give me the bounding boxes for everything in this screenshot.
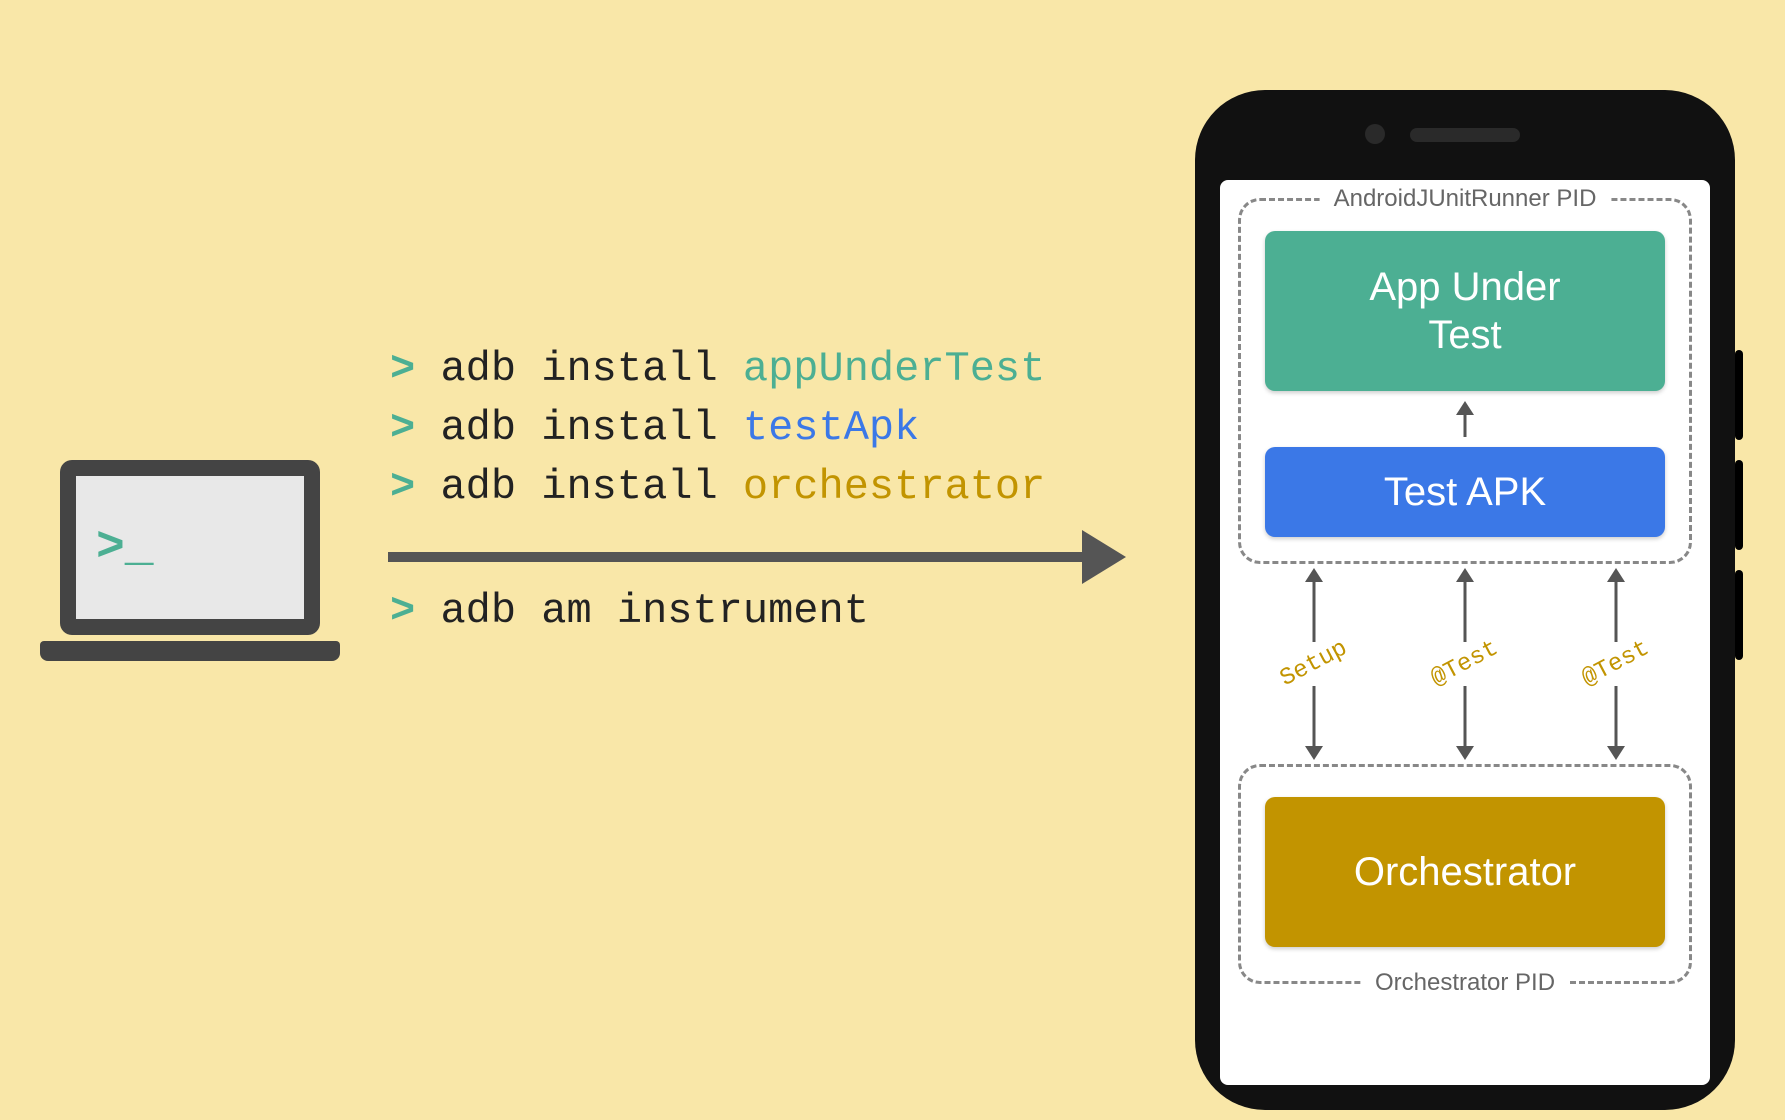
phone-speaker xyxy=(1410,128,1520,142)
command-text: adb am instrument xyxy=(440,587,868,635)
runner-pid-group: AndroidJUnitRunner PID App Under Test Te… xyxy=(1238,198,1692,564)
arrow-col: Setup xyxy=(1238,564,1389,764)
arrow-col: @Test xyxy=(1541,564,1692,764)
arrow-segment xyxy=(1615,582,1618,642)
phone-camera xyxy=(1365,124,1385,144)
arrow-col: @Test xyxy=(1389,564,1540,764)
orchestrator-pid-group: Orchestrator Orchestrator PID xyxy=(1238,764,1692,984)
between-arrows: Setup @Test @Test xyxy=(1238,564,1692,764)
command-text: adb install xyxy=(440,404,742,452)
arrow-segment xyxy=(1615,686,1618,746)
arrow-up-icon xyxy=(1453,401,1477,437)
prompt-symbol: > xyxy=(390,463,415,511)
command-arg: appUnderTest xyxy=(743,345,1045,393)
arrow-segment xyxy=(1463,582,1466,642)
flow-arrow-head xyxy=(1082,530,1126,584)
arrowhead-up-icon xyxy=(1456,568,1474,582)
app-under-test-box: App Under Test xyxy=(1265,231,1665,391)
command-arg: testApk xyxy=(743,404,919,452)
arrowhead-down-icon xyxy=(1607,746,1625,760)
arrowhead-down-icon xyxy=(1305,746,1323,760)
arrow-label: @Test xyxy=(1427,635,1503,693)
test-apk-box: Test APK xyxy=(1265,447,1665,537)
laptop-screen: >_ xyxy=(60,460,320,635)
prompt-symbol: > xyxy=(390,587,415,635)
command-row: > adb install testApk xyxy=(390,399,1045,458)
laptop-icon: >_ xyxy=(40,460,340,700)
runner-pid-label: AndroidJUnitRunner PID xyxy=(1320,185,1611,213)
arrow-segment xyxy=(1463,686,1466,746)
command-row: > adb am instrument xyxy=(390,582,869,641)
command-row: > adb install appUnderTest xyxy=(390,340,1045,399)
laptop-base xyxy=(40,641,340,661)
terminal-prompt: >_ xyxy=(96,521,154,575)
command-list-lower: > adb am instrument xyxy=(390,582,869,641)
arrow-segment xyxy=(1312,582,1315,642)
command-row: > adb install orchestrator xyxy=(390,458,1045,517)
arrowhead-down-icon xyxy=(1456,746,1474,760)
flow-arrow-line xyxy=(388,552,1088,562)
arrowhead-up-icon xyxy=(1607,568,1625,582)
command-list: > adb install appUnderTest > adb install… xyxy=(390,340,1045,516)
arrow-label: Setup xyxy=(1276,635,1352,693)
orchestrator-box: Orchestrator xyxy=(1265,797,1665,947)
phone-screen: AndroidJUnitRunner PID App Under Test Te… xyxy=(1220,180,1710,1085)
prompt-symbol: > xyxy=(390,404,415,452)
arrow-segment xyxy=(1312,686,1315,746)
prompt-symbol: > xyxy=(390,345,415,393)
arrow-label: @Test xyxy=(1578,635,1654,693)
arrowhead-up-icon xyxy=(1305,568,1323,582)
command-text: adb install xyxy=(440,463,742,511)
phone-frame: AndroidJUnitRunner PID App Under Test Te… xyxy=(1195,90,1735,1110)
command-text: adb install xyxy=(440,345,742,393)
orchestrator-pid-label: Orchestrator PID xyxy=(1361,969,1569,997)
command-arg: orchestrator xyxy=(743,463,1045,511)
